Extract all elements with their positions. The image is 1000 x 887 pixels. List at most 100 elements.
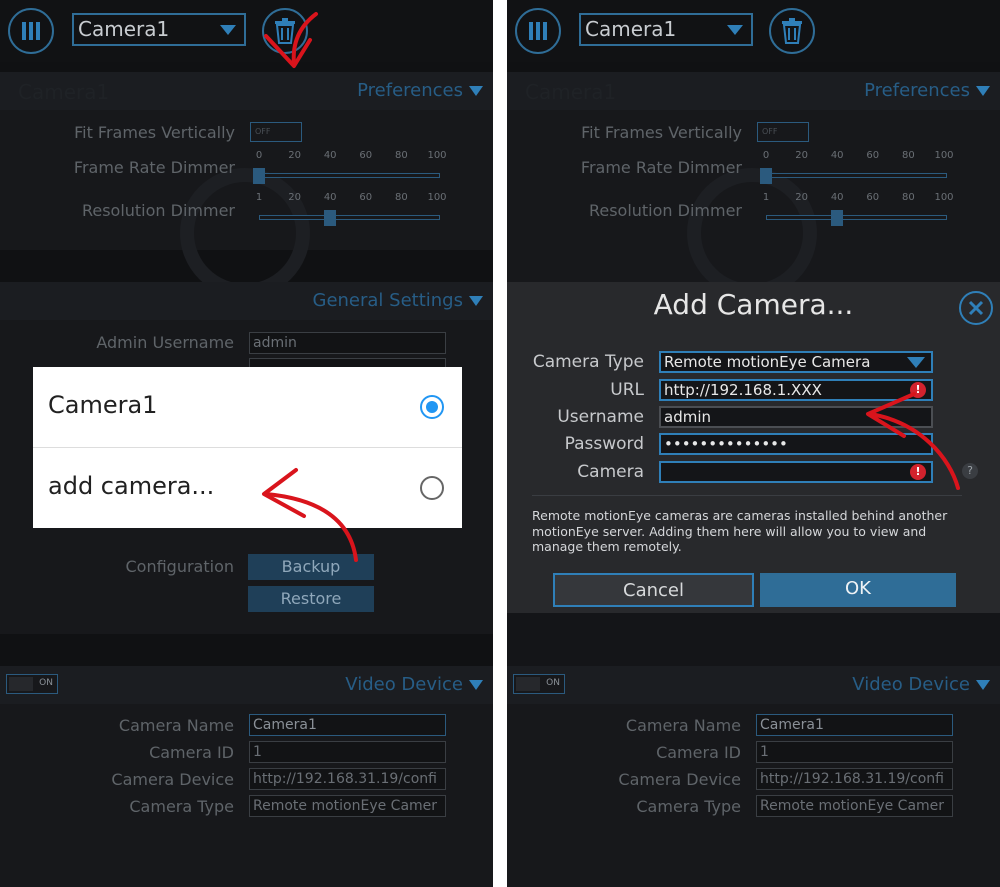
video-device-title: Video Device [345, 674, 463, 695]
tick-label: 60 [866, 150, 880, 161]
frame-rate-thumb[interactable] [253, 168, 265, 184]
preferences-body: Fit Frames Vertically OFF Frame Rate Dim… [507, 110, 1000, 298]
tick-label: 20 [288, 150, 301, 161]
popup-item-label: Camera1 [48, 391, 158, 419]
camera-type-value: Remote motionEye Camera [664, 353, 871, 371]
ok-button[interactable]: OK [760, 573, 956, 607]
tick-label: 20 [795, 150, 808, 161]
tick-label: 1 [762, 192, 770, 203]
right-panel: Camera1 Camera1 Preferences Fit Frames V… [507, 0, 1000, 887]
menu-button[interactable] [515, 8, 561, 54]
tick-label: 40 [830, 150, 844, 161]
video-device-toggle[interactable]: ON [6, 674, 58, 694]
preferences-body: Fit Frames Vertically OFF Frame Rate Dim… [0, 110, 493, 298]
camera-select-popup: Camera1 add camera... [33, 367, 462, 528]
camera-id-field[interactable]: 1 [756, 741, 953, 763]
delete-camera-button[interactable] [262, 8, 308, 54]
top-bar: Camera1 [507, 0, 1000, 62]
resolution-slider[interactable] [766, 215, 947, 220]
tick-label: 40 [323, 150, 337, 161]
camera-name-field[interactable]: Camera1 [756, 714, 953, 736]
url-value: http://192.168.1.XXX [664, 381, 822, 399]
video-device-toggle-state: ON [546, 678, 560, 688]
video-device-header[interactable]: ON Video Device [0, 666, 493, 704]
trash-icon [275, 18, 295, 44]
camera-id-field[interactable]: 1 [249, 741, 446, 763]
url-label: URL [610, 380, 644, 400]
ghost-camera-title: Camera1 [18, 80, 110, 104]
chevron-down-icon [976, 86, 990, 96]
backup-button[interactable]: Backup [248, 554, 374, 580]
video-device-toggle[interactable]: ON [513, 674, 565, 694]
help-icon[interactable]: ? [962, 463, 978, 479]
resolution-thumb[interactable] [324, 210, 336, 226]
menu-icon [22, 22, 40, 40]
username-field[interactable]: admin [659, 406, 933, 428]
camera-off-watermark-icon [180, 168, 310, 298]
cancel-button[interactable]: Cancel [553, 573, 754, 607]
popup-item-add-camera[interactable]: add camera... [33, 448, 462, 528]
frame-rate-thumb[interactable] [760, 168, 772, 184]
camera-name-label: Camera Name [118, 716, 234, 735]
fit-frames-toggle[interactable]: OFF [250, 122, 302, 142]
delete-camera-button[interactable] [769, 8, 815, 54]
tick-label: 100 [427, 150, 447, 161]
video-device-toggle-state: ON [39, 678, 53, 688]
resolution-ticks: 1 20 40 60 80 100 [256, 192, 447, 204]
camera-type-select[interactable]: Remote motionEye Camera [659, 351, 933, 373]
resolution-label: Resolution Dimmer [588, 201, 742, 220]
close-dialog-button[interactable] [959, 291, 993, 325]
camera-device-label: Camera Device [111, 770, 234, 789]
tick-label: 40 [323, 192, 337, 203]
tick-label: 20 [795, 192, 808, 203]
camera-device-label: Camera Device [618, 770, 741, 789]
frame-rate-ticks: 0 20 40 60 80 100 [762, 150, 954, 162]
frame-rate-slider[interactable] [766, 173, 947, 178]
general-settings-header[interactable]: General Settings [0, 282, 493, 320]
frame-rate-slider[interactable] [259, 173, 440, 178]
dialog-divider [532, 495, 962, 496]
camera-device-field[interactable]: http://192.168.31.19/confi [756, 768, 953, 790]
camera-select-field[interactable]: ! [659, 461, 933, 483]
camera-device-field[interactable]: http://192.168.31.19/confi [249, 768, 446, 790]
camera-select[interactable]: Camera1 [72, 13, 246, 46]
menu-button[interactable] [8, 8, 54, 54]
toggle-knob [516, 677, 540, 691]
camera-select[interactable]: Camera1 [579, 13, 753, 46]
resolution-thumb[interactable] [831, 210, 843, 226]
camera-type-field[interactable]: Remote motionEye Camer [756, 795, 953, 817]
camera-name-field[interactable]: Camera1 [249, 714, 446, 736]
trash-icon [782, 18, 802, 44]
camera-type-label: Camera Type [532, 352, 644, 372]
tick-label: 60 [359, 192, 373, 203]
resolution-slider[interactable] [259, 215, 440, 220]
tick-label: 60 [866, 192, 880, 203]
video-device-header[interactable]: ON Video Device [507, 666, 1000, 704]
radio-unselected-icon[interactable] [420, 476, 444, 500]
admin-username-field[interactable]: admin [249, 332, 446, 354]
video-device-title: Video Device [852, 674, 970, 695]
tick-label: 0 [762, 150, 770, 161]
tick-label: 100 [934, 150, 954, 161]
url-field[interactable]: http://192.168.1.XXX ! [659, 379, 933, 401]
popup-item-camera1[interactable]: Camera1 [33, 367, 462, 447]
camera-type-label: Camera Type [129, 797, 234, 816]
radio-selected-icon[interactable] [420, 395, 444, 419]
error-icon: ! [910, 464, 926, 480]
preferences-header[interactable]: Camera1 Preferences [0, 72, 493, 110]
fit-frames-toggle[interactable]: OFF [757, 122, 809, 142]
tick-label: 80 [395, 150, 408, 161]
password-field[interactable]: •••••••••••••• [659, 433, 933, 455]
camera-type-field[interactable]: Remote motionEye Camer [249, 795, 446, 817]
tick-label: 80 [902, 192, 915, 203]
screenshot-root: Camera1 Camera1 Preferences Fit Frames V… [0, 0, 1000, 887]
close-icon [968, 300, 984, 316]
toggle-knob [9, 677, 33, 691]
tick-label: 100 [427, 192, 447, 203]
admin-username-label: Admin Username [96, 333, 234, 352]
preferences-header[interactable]: Camera1 Preferences [507, 72, 1000, 110]
frame-rate-ticks: 0 20 40 60 80 100 [256, 150, 447, 162]
fit-frames-state: OFF [762, 127, 778, 136]
restore-button[interactable]: Restore [248, 586, 374, 612]
frame-rate-label: Frame Rate Dimmer [73, 158, 235, 177]
